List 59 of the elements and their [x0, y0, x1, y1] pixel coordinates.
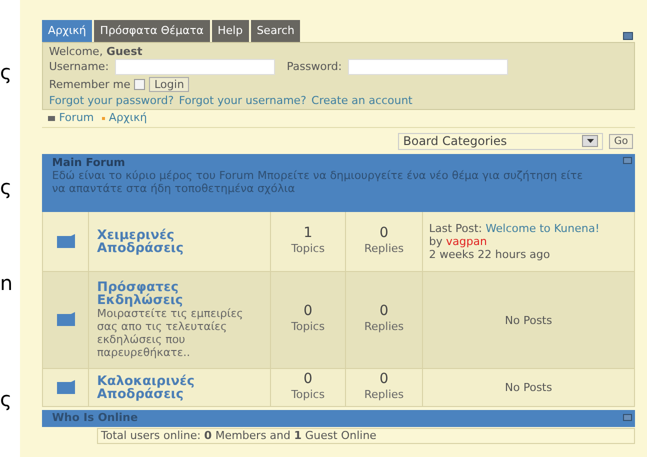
category-title: Main Forum [52, 156, 126, 169]
no-posts-text: No Posts [504, 381, 552, 394]
online-summary: Total users online: 0 Members and 1 Guest Online [97, 428, 635, 444]
post-link[interactable]: Welcome to Kunena! [486, 222, 600, 235]
tab[interactable]: Αρχική [42, 20, 92, 42]
forum-title-link[interactable]: Καλοκαιρινές Αποδράσεις [97, 374, 262, 400]
tab[interactable]: Help [212, 20, 249, 42]
checkbox[interactable] [134, 79, 146, 90]
reply-count: 0 [380, 304, 388, 320]
forum-icon [56, 380, 74, 396]
caret-icon [582, 135, 598, 147]
bullet-icon [102, 117, 105, 120]
link[interactable]: Forgot your username? [178, 94, 306, 107]
breadcrumb-link[interactable]: Forum [59, 110, 94, 127]
reply-count: 0 [380, 372, 388, 387]
topic-count: 1 [304, 226, 312, 241]
cut-off-text: ς [0, 62, 13, 82]
post-time: 2 weeks 22 hours ago [429, 248, 551, 261]
breadcrumb-link[interactable]: Αρχική [108, 110, 147, 127]
author-text: by vagpan [429, 235, 488, 248]
tab[interactable]: Search [250, 20, 300, 42]
author-link[interactable]: vagpan [446, 235, 487, 248]
username-field[interactable] [114, 59, 275, 76]
password-label: Password: [286, 59, 342, 75]
forum-description: Μοιραστείτε τις εμπειρίες σας απο τις τελευταίες εκδηλώσεις που παρευρεθήκατε.. [97, 307, 244, 359]
section-title: Who Is Online [52, 410, 138, 426]
cut-off-text: ς [0, 177, 13, 197]
cut-off-text: ς [0, 389, 13, 409]
reply-count: 0 [380, 226, 388, 241]
link[interactable]: Create an account [311, 94, 412, 107]
forum-icon [56, 312, 74, 328]
forum-icon [56, 234, 74, 250]
minimize-icon[interactable] [623, 32, 633, 40]
last-post-text: Last Post: Welcome to Kunena! [429, 222, 600, 235]
category-description: Εδώ είναι το κύριο μέρος του Forum Μπορείτε να δημιουργείτε ένα νέο θέμα για συζήτηση είτε να απαντάτε στα ήδη τοποθετημένα σχόλια [52, 169, 584, 195]
count-label: Topics [291, 240, 325, 257]
square-icon [48, 116, 55, 121]
count-label: Replies [364, 240, 404, 257]
count-label: Topics [291, 386, 325, 403]
topic-count: 0 [304, 304, 312, 320]
remember-label: Remember me [49, 76, 130, 92]
count-label: Replies [364, 319, 404, 336]
tab[interactable]: Πρόσφατα Θέματα [94, 20, 210, 42]
minimize-icon[interactable] [623, 157, 632, 164]
no-posts-text: No Posts [504, 314, 552, 326]
count-label: Replies [364, 386, 404, 403]
link[interactable]: Forgot your password? [49, 94, 174, 107]
count-label: Topics [291, 319, 325, 336]
welcome-text: Welcome, Guest [49, 45, 144, 58]
login-button[interactable]: Login [149, 77, 190, 92]
category-dropdown[interactable]: Board Categories [398, 132, 604, 150]
go-button[interactable]: Go [609, 134, 633, 148]
forum-title-link[interactable]: Χειμερινές Αποδράσεις [97, 228, 262, 254]
cut-off-text: n [0, 273, 14, 293]
username-label: Username: [49, 59, 109, 75]
password-field[interactable] [348, 59, 508, 76]
topic-count: 0 [304, 372, 312, 387]
forum-title-link[interactable]: Πρόσφατες Εκδηλώσεις [97, 281, 262, 307]
minimize-icon[interactable] [623, 414, 632, 421]
